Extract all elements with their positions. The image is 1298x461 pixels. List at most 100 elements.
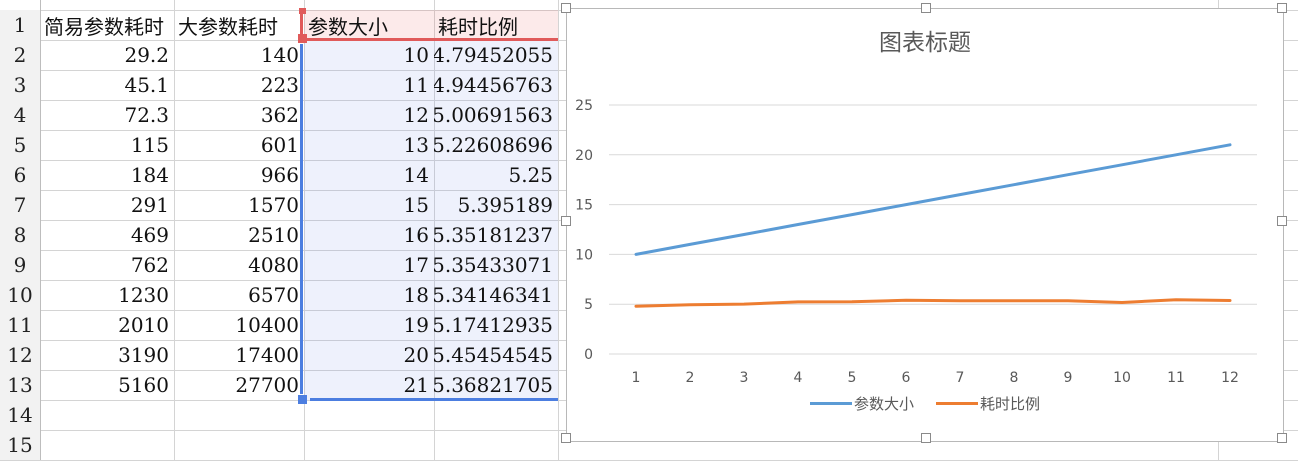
data-cell[interactable]: 45.1 (40, 70, 174, 100)
data-cell[interactable]: 20 (304, 340, 434, 370)
column-header-cell[interactable]: 参数大小 (304, 10, 434, 40)
chart-resize-handle-top-left[interactable] (561, 3, 571, 13)
x-tick-label: 7 (956, 370, 965, 386)
data-cell[interactable]: 966 (174, 160, 304, 190)
legend-item-series-1[interactable]: 参数大小 (809, 393, 914, 414)
legend-item-series-2[interactable]: 耗时比例 (936, 393, 1040, 414)
x-tick-label: 3 (740, 370, 749, 386)
row-header[interactable]: 2 (0, 40, 40, 70)
grid-column-line (558, 0, 559, 460)
chart-resize-handle-bottom-right[interactable] (1277, 433, 1287, 443)
x-tick-label: 12 (1221, 370, 1239, 386)
y-tick-label: 10 (575, 247, 593, 263)
data-cell[interactable]: 12 (304, 100, 434, 130)
data-cell[interactable]: 291 (40, 190, 174, 220)
x-tick-label: 1 (632, 370, 641, 386)
data-cell[interactable]: 27700 (174, 370, 304, 400)
chart-resize-handle-bottom-left[interactable] (561, 433, 571, 443)
data-cell[interactable]: 5.22608696 (434, 130, 558, 160)
legend-label: 耗时比例 (980, 395, 1041, 413)
data-cell[interactable]: 16 (304, 220, 434, 250)
data-cell[interactable]: 21 (304, 370, 434, 400)
data-cell[interactable]: 1230 (40, 280, 174, 310)
legend-label: 参数大小 (853, 395, 914, 413)
data-cell[interactable]: 13 (304, 130, 434, 160)
x-tick-label: 8 (1010, 370, 1019, 386)
row-header[interactable]: 6 (0, 160, 40, 190)
data-cell[interactable]: 469 (40, 220, 174, 250)
data-cell[interactable]: 5.395189 (434, 190, 558, 220)
row-header[interactable]: 3 (0, 70, 40, 100)
data-cell[interactable]: 5.25 (434, 160, 558, 190)
data-cell[interactable]: 5.00691563 (434, 100, 558, 130)
series-line-2[interactable] (634, 298, 1232, 308)
y-tick-label: 15 (575, 198, 593, 214)
chart-resize-handle-top-right[interactable] (1277, 3, 1287, 13)
row-header[interactable]: 11 (0, 310, 40, 340)
data-cell[interactable]: 19 (304, 310, 434, 340)
data-cell[interactable]: 72.3 (40, 100, 174, 130)
data-cell[interactable]: 18 (304, 280, 434, 310)
data-cell[interactable]: 14 (304, 160, 434, 190)
y-tick-label: 0 (584, 347, 593, 363)
row-header[interactable]: 8 (0, 220, 40, 250)
data-cell[interactable]: 5.17412935 (434, 310, 558, 340)
row-header[interactable]: 5 (0, 130, 40, 160)
data-cell[interactable]: 11 (304, 70, 434, 100)
data-cell[interactable]: 2010 (40, 310, 174, 340)
data-cell[interactable]: 4.79452055 (434, 40, 558, 70)
row-header[interactable]: 13 (0, 370, 40, 400)
x-tick-label: 6 (902, 370, 911, 386)
data-cell[interactable]: 4.94456763 (434, 70, 558, 100)
x-tick-label: 2 (686, 370, 695, 386)
chart-legend[interactable]: 参数大小 耗时比例 (567, 393, 1283, 414)
row-header[interactable]: 14 (0, 400, 40, 430)
data-cell[interactable]: 10 (304, 40, 434, 70)
column-header-cell[interactable]: 大参数耗时 (174, 10, 304, 40)
chart-plot-area[interactable]: 05101520251 2 3 4 5 6 7 8 9 10 11 12 (567, 9, 1283, 441)
line-chart[interactable]: 图表标题 0 5 10 15 20 25 1 2 3 4 5 6 7 8 9 10 11 12 参数大小 耗时比例 (561, 3, 1287, 443)
data-cell[interactable]: 601 (174, 130, 304, 160)
data-cell[interactable]: 1570 (174, 190, 304, 220)
row-header[interactable]: 1 (0, 10, 40, 40)
row-header[interactable]: 15 (0, 430, 40, 460)
data-cell[interactable]: 4080 (174, 250, 304, 280)
legend-swatch-orange-icon (936, 402, 978, 405)
x-tick-label: 10 (1113, 370, 1131, 386)
row-header[interactable]: 4 (0, 100, 40, 130)
data-cell[interactable]: 184 (40, 160, 174, 190)
row-header[interactable]: 7 (0, 190, 40, 220)
x-tick-label: 4 (794, 370, 803, 386)
data-cell[interactable]: 223 (174, 70, 304, 100)
data-cell[interactable]: 5.36821705 (434, 370, 558, 400)
data-cell[interactable]: 140 (174, 40, 304, 70)
data-cell[interactable]: 5.45454545 (434, 340, 558, 370)
data-cell[interactable]: 5160 (40, 370, 174, 400)
chart-resize-handle-top[interactable] (921, 3, 931, 13)
y-tick-label: 20 (575, 148, 593, 164)
data-cell[interactable]: 3190 (40, 340, 174, 370)
data-cell[interactable]: 762 (40, 250, 174, 280)
data-cell[interactable]: 5.35433071 (434, 250, 558, 280)
row-header[interactable]: 9 (0, 250, 40, 280)
data-cell[interactable]: 17400 (174, 340, 304, 370)
data-cell[interactable]: 29.2 (40, 40, 174, 70)
data-cell[interactable]: 5.34146341 (434, 280, 558, 310)
series-line-1[interactable] (634, 143, 1232, 256)
chart-resize-handle-right[interactable] (1277, 216, 1287, 226)
y-tick-label: 5 (584, 297, 593, 313)
data-cell[interactable]: 5.35181237 (434, 220, 558, 250)
chart-resize-handle-bottom[interactable] (921, 433, 931, 443)
chart-resize-handle-left[interactable] (561, 216, 571, 226)
data-cell[interactable]: 6570 (174, 280, 304, 310)
data-cell[interactable]: 10400 (174, 310, 304, 340)
row-header[interactable]: 12 (0, 340, 40, 370)
data-cell[interactable]: 15 (304, 190, 434, 220)
column-header-cell[interactable]: 简易参数耗时 (40, 10, 174, 40)
data-cell[interactable]: 115 (40, 130, 174, 160)
column-header-cell[interactable]: 耗时比例 (434, 10, 558, 40)
data-cell[interactable]: 2510 (174, 220, 304, 250)
row-header[interactable]: 10 (0, 280, 40, 310)
data-cell[interactable]: 362 (174, 100, 304, 130)
data-cell[interactable]: 17 (304, 250, 434, 280)
